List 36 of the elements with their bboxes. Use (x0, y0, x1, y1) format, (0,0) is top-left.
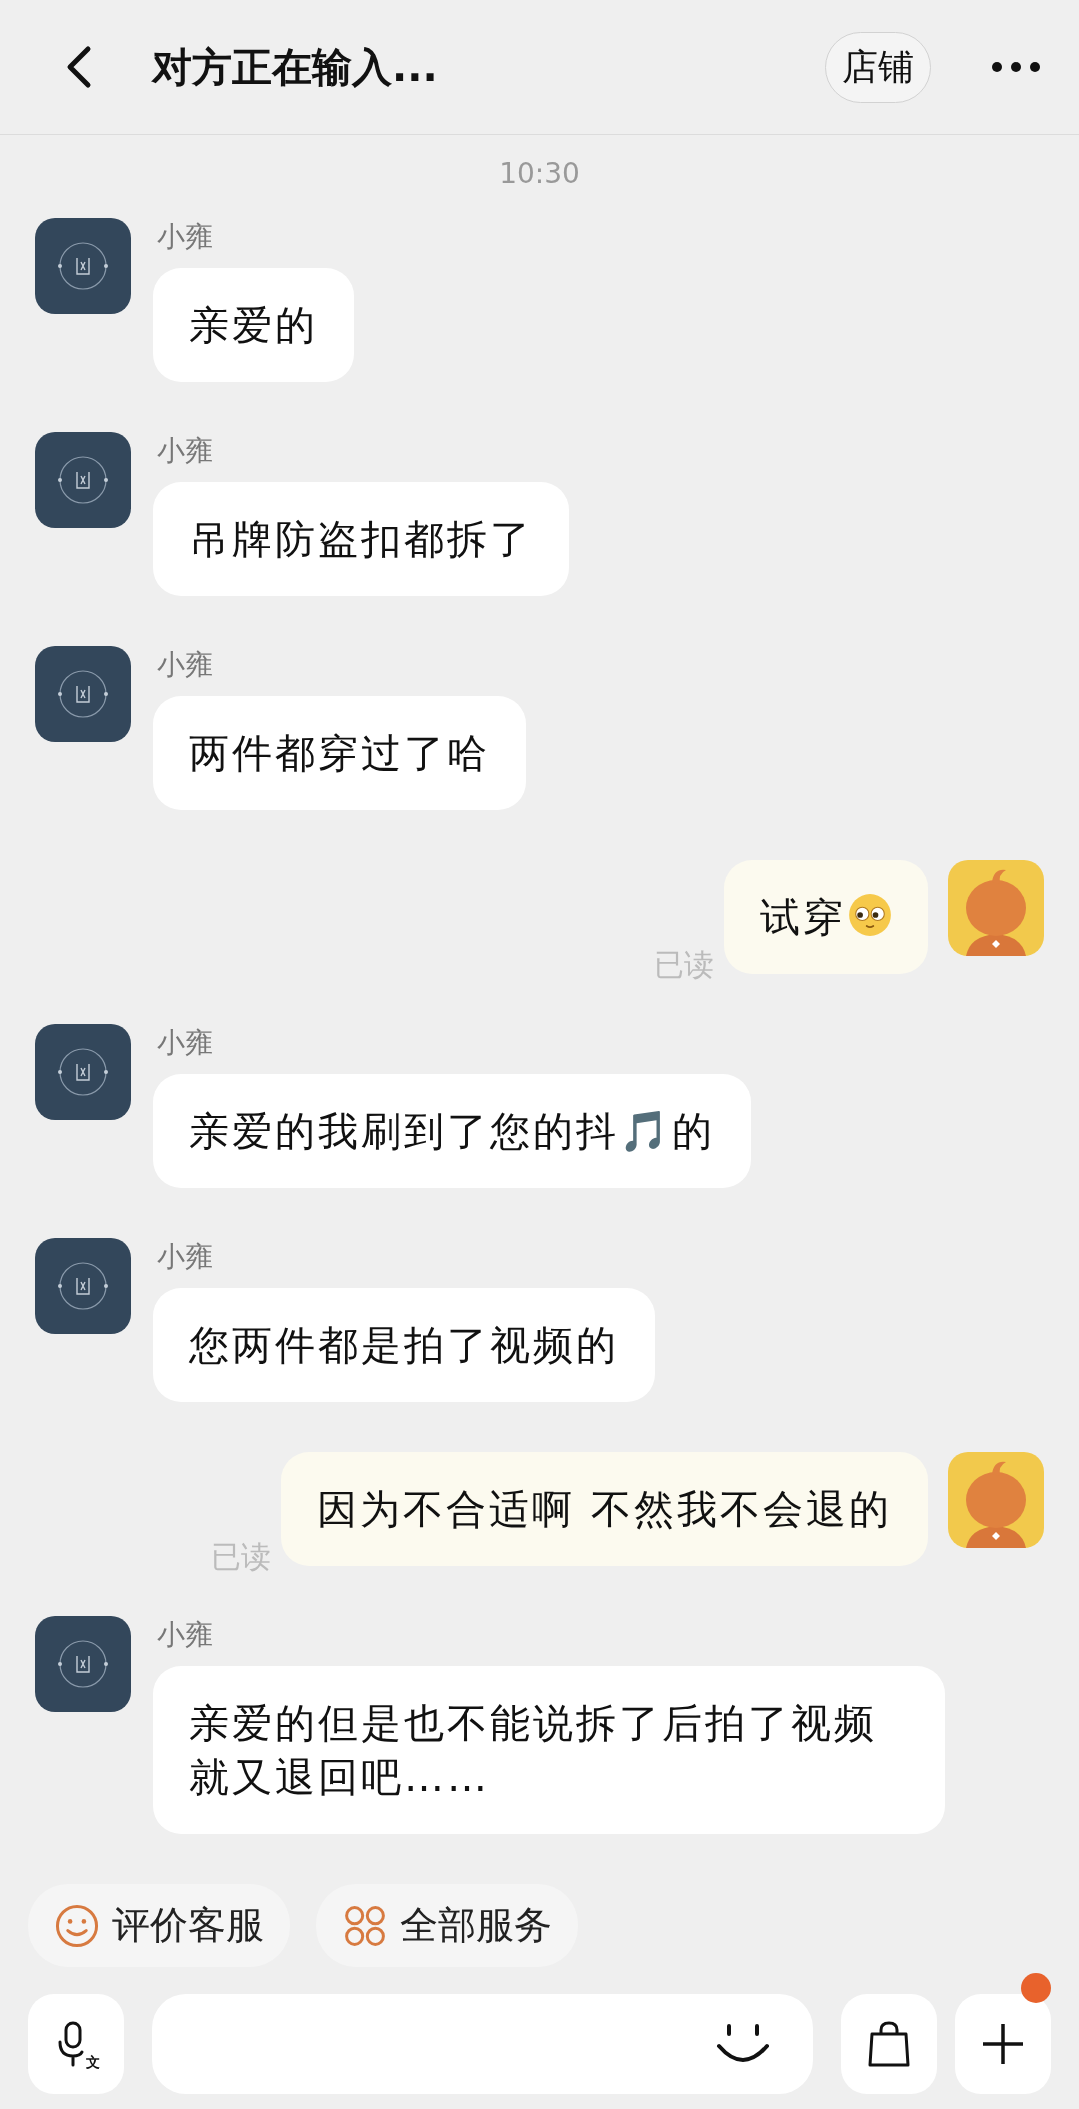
plus-icon (981, 2022, 1025, 2067)
shop-avatar[interactable] (35, 646, 131, 743)
shop-avatar[interactable] (35, 1024, 131, 1121)
quick-action-chip[interactable]: 评价客服 (28, 1884, 290, 1968)
voice-button[interactable]: 文 (28, 1994, 124, 2095)
sender-name: 小雍 (157, 433, 213, 470)
sender-name: 小雍 (157, 219, 213, 256)
user-avatar[interactable] (948, 860, 1044, 957)
sender-name: 小雍 (157, 1239, 213, 1276)
shopping-bag-icon (867, 2020, 911, 2069)
timestamp: 10:30 (499, 157, 580, 191)
shop-button[interactable]: 店铺 (825, 31, 931, 103)
plus-button[interactable] (955, 1994, 1051, 2095)
shop-avatar[interactable] (35, 432, 131, 529)
quick-action-chip[interactable]: 全部服务 (316, 1884, 578, 1968)
shop-avatar[interactable] (35, 218, 131, 315)
shopping-bag-button[interactable] (841, 1994, 937, 2095)
message-bubble: 两件都穿过了哈 (153, 696, 526, 811)
message-input[interactable] (152, 1994, 813, 2095)
more-icon[interactable] (991, 61, 1041, 74)
message-bubble: 亲爱的 (153, 268, 354, 383)
sender-name: 小雍 (157, 647, 213, 684)
user-avatar[interactable] (948, 1452, 1044, 1549)
message-bubble: 您两件都是拍了视频的 (153, 1288, 655, 1403)
shop-avatar[interactable] (35, 1616, 131, 1713)
message-bubble: 亲爱的我刷到了您的抖🎵的 (153, 1074, 751, 1189)
message-bubble: 因为不合适啊 不然我不会退的 (281, 1452, 928, 1567)
message-bubble: 亲爱的但是也不能说拆了后拍了视频就又退回吧…… (153, 1666, 945, 1835)
voice-icon-label: 文 (86, 2054, 100, 2073)
chat-title: 对方正在输入... (152, 42, 439, 92)
shop-avatar[interactable] (35, 1238, 131, 1335)
sender-name: 小雍 (157, 1025, 213, 1062)
smiley-icon (54, 1902, 100, 1949)
message-bubble: 吊牌防盗扣都拆了 (153, 482, 569, 597)
sender-name: 小雍 (157, 1617, 213, 1654)
message-bubble: 试穿 (724, 860, 928, 975)
